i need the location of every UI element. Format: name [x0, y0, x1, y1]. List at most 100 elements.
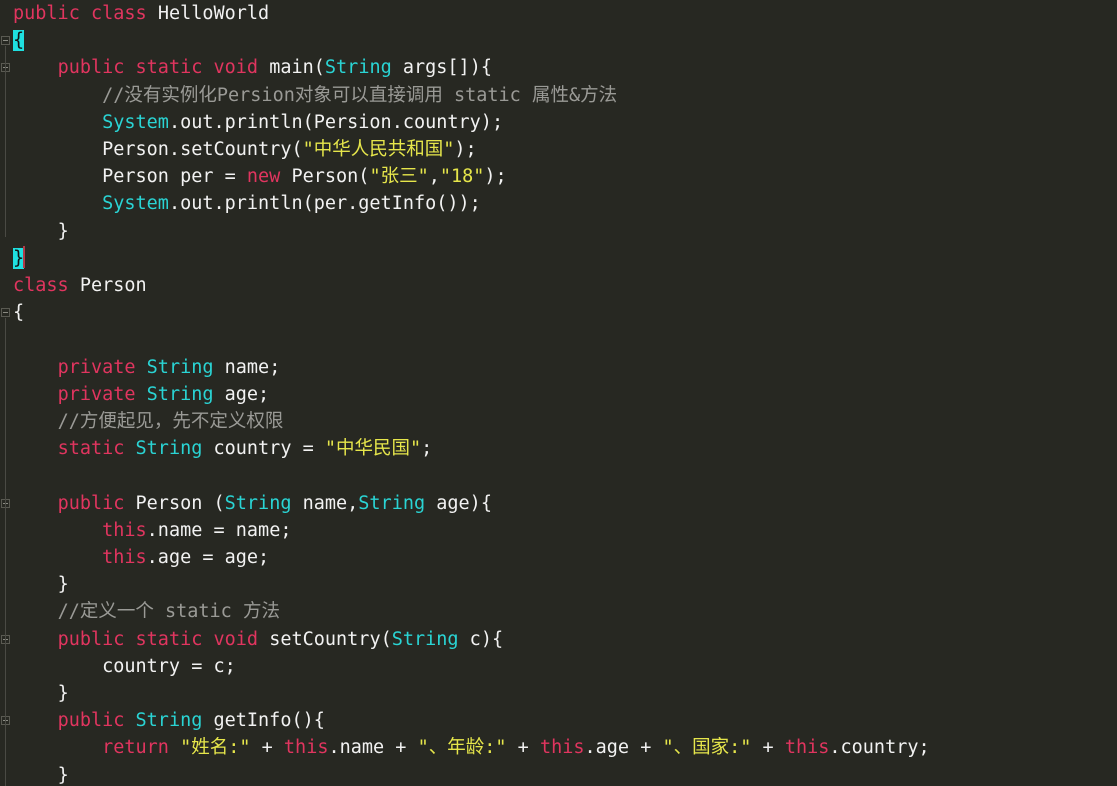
code-token-kw: private — [57, 356, 136, 378]
code-token-kw: this — [102, 547, 147, 568]
code-token-kw: public — [13, 3, 80, 24]
code-line[interactable]: this.name = name; — [13, 517, 291, 544]
code-line[interactable]: System.out.println(per.getInfo()); — [13, 190, 481, 217]
code-token-kw: this — [283, 737, 329, 759]
fold-guide-line — [5, 508, 6, 591]
code-line[interactable]: static String country = "中华民国"; — [13, 435, 433, 462]
code-token-type: String — [391, 628, 459, 650]
fold-guide-line — [5, 726, 6, 781]
code-token-plain: main( — [269, 57, 325, 79]
code-line[interactable] — [13, 326, 24, 353]
code-token-plain: Person per = — [102, 166, 247, 188]
fold-marker-collapse[interactable] — [1, 36, 10, 46]
code-token-kw: new — [246, 166, 281, 188]
code-token-str: "中华民国" — [324, 438, 422, 460]
code-token-str: "、年龄:" — [417, 737, 507, 759]
fold-gutter[interactable] — [0, 0, 13, 786]
code-line[interactable]: private String age; — [13, 381, 270, 408]
text-caret — [23, 245, 26, 268]
code-token-plain: .name + — [328, 737, 418, 759]
code-token-plain: age){ — [425, 492, 492, 514]
code-token-type: String — [146, 356, 214, 378]
code-line[interactable]: return "姓名:" + this.name + "、年龄:" + this… — [13, 734, 930, 761]
code-line[interactable]: } — [13, 680, 69, 707]
code-token-type: String — [135, 710, 203, 732]
code-token-plain: setCountry( — [258, 628, 392, 650]
code-line[interactable]: //方便起见，先不定义权限 — [13, 408, 284, 435]
code-line[interactable]: this.age = age; — [13, 544, 269, 571]
code-token-type: System — [102, 193, 169, 215]
code-token-plain: .out.println(Persion.country); — [168, 111, 504, 133]
code-line[interactable]: } — [13, 245, 26, 272]
code-editor[interactable]: public class HelloWorld { public static v… — [0, 0, 1117, 786]
code-token-kw: this — [784, 737, 830, 759]
code-token-kw: public — [57, 710, 125, 732]
code-token-kw: return — [102, 737, 169, 759]
code-line[interactable]: public static void setCountry(String c){ — [13, 626, 504, 653]
code-line[interactable]: { — [13, 299, 24, 326]
code-token-plain: ; — [421, 438, 433, 460]
code-token-str: "、国家:" — [662, 737, 752, 759]
code-token-str: "18" — [439, 166, 485, 188]
code-token-plain: ); — [454, 139, 477, 160]
code-token-kw: void — [213, 628, 259, 650]
code-token-match: { — [13, 30, 25, 52]
code-token-plain: .country; — [829, 737, 930, 759]
code-token-plain: args[]){ — [391, 57, 492, 79]
code-token-kw: public — [57, 57, 125, 79]
code-token-kw: class — [13, 275, 69, 296]
fold-guide-line — [5, 644, 6, 699]
code-line[interactable]: } — [13, 762, 69, 786]
code-token-plain: + — [506, 737, 540, 759]
code-token-str: "姓名:" — [180, 737, 251, 759]
code-line[interactable]: public Person (String name,String age){ — [13, 490, 492, 517]
code-token-plain: age; — [213, 383, 270, 405]
code-line[interactable]: //定义一个 static 方法 — [13, 598, 280, 625]
code-token-cmt: //方便起见，先不定义权限 — [57, 411, 284, 432]
code-token-plain: + — [751, 737, 785, 759]
code-line[interactable]: } — [13, 571, 69, 598]
code-line[interactable]: class Person — [13, 272, 147, 299]
code-line[interactable]: { — [13, 27, 25, 54]
code-line[interactable]: Person per = new Person("张三","18"); — [13, 163, 507, 190]
code-line[interactable]: public static void main(String args[]){ — [13, 54, 492, 81]
code-line[interactable]: public String getInfo(){ — [13, 707, 325, 734]
code-token-str: "中华人民共和国" — [302, 139, 455, 160]
code-token-type: System — [102, 111, 169, 133]
code-line[interactable]: //没有实例化Persion对象可以直接调用 static 属性&方法 — [13, 82, 617, 109]
code-token-cmt: //定义一个 static 方法 — [57, 601, 280, 623]
code-line[interactable]: System.out.println(Persion.country); — [13, 109, 503, 136]
fold-marker-collapse[interactable] — [1, 308, 10, 318]
code-token-plain: name; — [213, 356, 281, 378]
code-line[interactable] — [13, 462, 24, 489]
code-line[interactable]: } — [13, 218, 69, 245]
code-line[interactable]: country = c; — [13, 653, 236, 680]
code-line[interactable]: public class HelloWorld — [13, 0, 269, 27]
code-token-kw: class — [90, 3, 147, 24]
code-token-plain: + — [250, 737, 284, 759]
code-token-plain: } — [57, 220, 69, 242]
code-line[interactable]: Person.setCountry("中华人民共和国"); — [13, 136, 477, 163]
code-token-plain: Person( — [280, 166, 370, 188]
code-token-plain: country = c; — [102, 655, 236, 677]
code-text-area[interactable]: public class HelloWorld { public static v… — [0, 0, 1117, 786]
code-line[interactable]: private String name; — [13, 354, 281, 381]
code-token-plain: c){ — [458, 628, 504, 650]
